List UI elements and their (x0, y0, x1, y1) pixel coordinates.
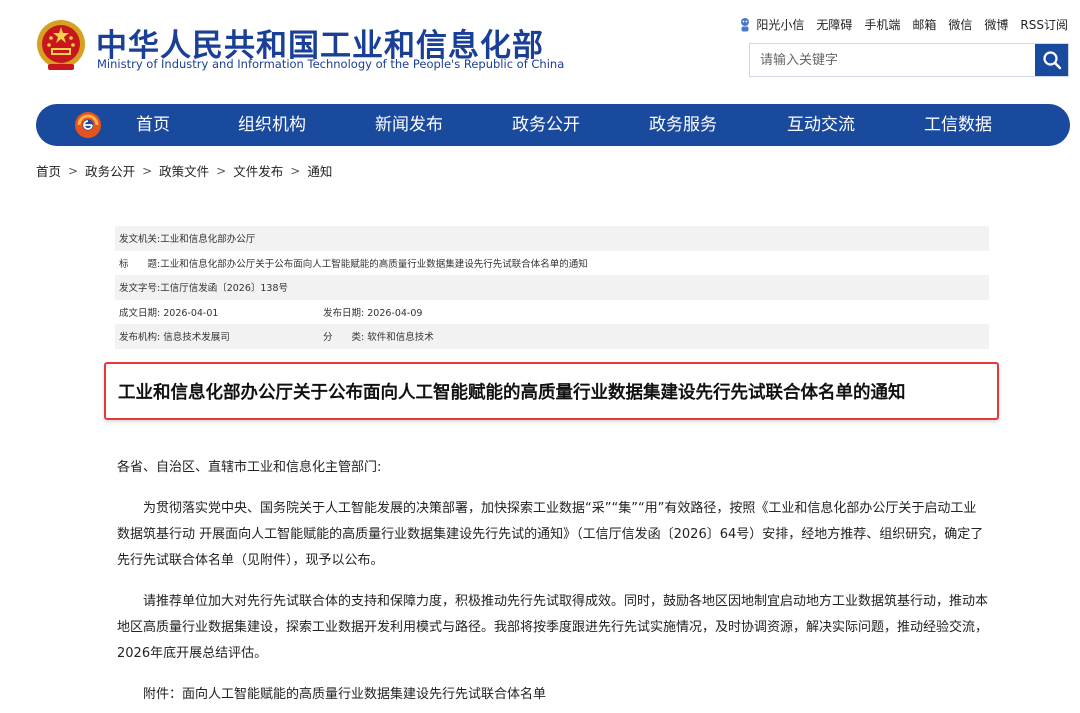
chevron-right-icon: > (216, 163, 227, 178)
meta-published-label: 发布日期: (323, 307, 365, 319)
meta-row-doc-no: 发文字号: 工信厅信发函〔2026〕138号 (115, 275, 989, 300)
meta-row-issuer: 发文机关: 工业和信息化部办公厅 (115, 226, 989, 251)
meta-published-value: 2026-04-09 (367, 307, 423, 319)
meta-row-org: 发布机构: 信息技术发展司 分 类: 软件和信息技术 (115, 324, 989, 349)
chevron-right-icon: > (290, 163, 301, 178)
article-salutation: 各省、自治区、直辖市工业和信息化主管部门: (117, 460, 382, 475)
meta-category-value: 软件和信息技术 (367, 332, 434, 344)
top-link-rss[interactable]: RSS订阅 (1020, 16, 1068, 33)
nav-logo-icon[interactable] (73, 110, 103, 140)
article-body: 各省、自治区、直辖市工业和信息化主管部门: 为贯彻落实党中央、国务院关于人工智能… (117, 455, 989, 708)
search-box (749, 43, 1069, 77)
article-paragraph-2: 请推荐单位加大对先行先试联合体的支持和保障力度，积极推动先行先试取得成效。同时，… (117, 594, 989, 661)
meta-created-value: 2026-04-01 (163, 307, 219, 319)
breadcrumb-document-release[interactable]: 文件发布 (233, 161, 283, 180)
document-meta-table: 发文机关: 工业和信息化部办公厅 标 题: 工业和信息化部办公厅关于公布面向人工… (115, 226, 989, 349)
top-link-wechat[interactable]: 微信 (948, 16, 972, 33)
meta-created-label: 成文日期: (119, 307, 161, 319)
meta-category: 分 类: 软件和信息技术 (323, 329, 434, 343)
breadcrumb-home[interactable]: 首页 (36, 161, 61, 180)
national-emblem-icon (37, 20, 85, 70)
meta-issuer-label: 发文机关: (119, 234, 161, 246)
nav-item-data[interactable]: 工信数据 (924, 104, 992, 146)
top-link-mobile[interactable]: 手机端 (864, 16, 900, 33)
nav-item-organization[interactable]: 组织机构 (238, 104, 306, 146)
top-link-mail[interactable]: 邮箱 (912, 16, 936, 33)
nav-item-services[interactable]: 政务服务 (649, 104, 717, 146)
article-title: 工业和信息化部办公厅关于公布面向人工智能赋能的高质量行业数据集建设先行先试联合体… (118, 382, 906, 403)
chevron-right-icon: > (142, 163, 153, 178)
nav-item-news[interactable]: 新闻发布 (375, 104, 443, 146)
meta-doc-no-label: 发文字号: (119, 283, 161, 295)
meta-org: 发布机构: 信息技术发展司 (115, 329, 323, 343)
robot-icon (741, 17, 750, 31)
site-subtitle: Ministry of Industry and Information Tec… (97, 57, 565, 71)
nav-item-government-affairs[interactable]: 政务公开 (512, 104, 580, 146)
meta-created: 成文日期: 2026-04-01 (115, 305, 323, 319)
meta-row-title: 标 题: 工业和信息化部办公厅关于公布面向人工智能赋能的高质量行业数据集建设先行… (115, 251, 989, 276)
meta-title-label: 标 题: (119, 258, 161, 270)
top-link-accessibility[interactable]: 无障碍 (816, 16, 852, 33)
nav-item-home[interactable]: 首页 (136, 104, 170, 146)
article-title-box: 工业和信息化部办公厅关于公布面向人工智能赋能的高质量行业数据集建设先行先试联合体… (104, 362, 999, 420)
breadcrumb: 首页 > 政务公开 > 政策文件 > 文件发布 > 通知 (36, 161, 332, 180)
breadcrumb-government-affairs[interactable]: 政务公开 (85, 161, 135, 180)
meta-doc-no-value: 工信厅信发函〔2026〕138号 (160, 283, 289, 295)
meta-published: 发布日期: 2026-04-09 (323, 305, 422, 319)
meta-title-value: 工业和信息化部办公厅关于公布面向人工智能赋能的高质量行业数据集建设先行先试联合体… (160, 258, 588, 270)
article-paragraph-1: 为贯彻落实党中央、国务院关于人工智能发展的决策部署，加快探索工业数据“采”“集”… (117, 501, 984, 568)
main-nav: 首页 组织机构 新闻发布 政务公开 政务服务 互动交流 工信数据 (36, 104, 1070, 146)
meta-org-label: 发布机构: (119, 332, 161, 344)
chevron-right-icon: > (68, 163, 79, 178)
breadcrumb-notice[interactable]: 通知 (307, 161, 332, 180)
meta-issuer-value: 工业和信息化部办公厅 (160, 234, 256, 246)
breadcrumb-policy-documents[interactable]: 政策文件 (159, 161, 209, 180)
search-icon (1042, 51, 1061, 70)
meta-category-label: 分 类: (323, 332, 365, 344)
nav-item-interaction[interactable]: 互动交流 (787, 104, 855, 146)
site-header: 中华人民共和国工业和信息化部 Ministry of Industry and … (0, 0, 1080, 100)
search-button[interactable] (1035, 44, 1068, 76)
top-link-weibo[interactable]: 微博 (984, 16, 1008, 33)
meta-row-dates: 成文日期: 2026-04-01 发布日期: 2026-04-09 (115, 300, 989, 325)
meta-org-value: 信息技术发展司 (163, 332, 230, 344)
search-input[interactable] (750, 44, 1036, 76)
top-link-sunshine[interactable]: 阳光小信 (756, 16, 804, 33)
article-attachment[interactable]: 附件：面向人工智能赋能的高质量行业数据集建设先行先试联合体名单 (117, 682, 989, 708)
top-links: 阳光小信 无障碍 手机端 邮箱 微信 微博 RSS订阅 (738, 16, 1068, 33)
